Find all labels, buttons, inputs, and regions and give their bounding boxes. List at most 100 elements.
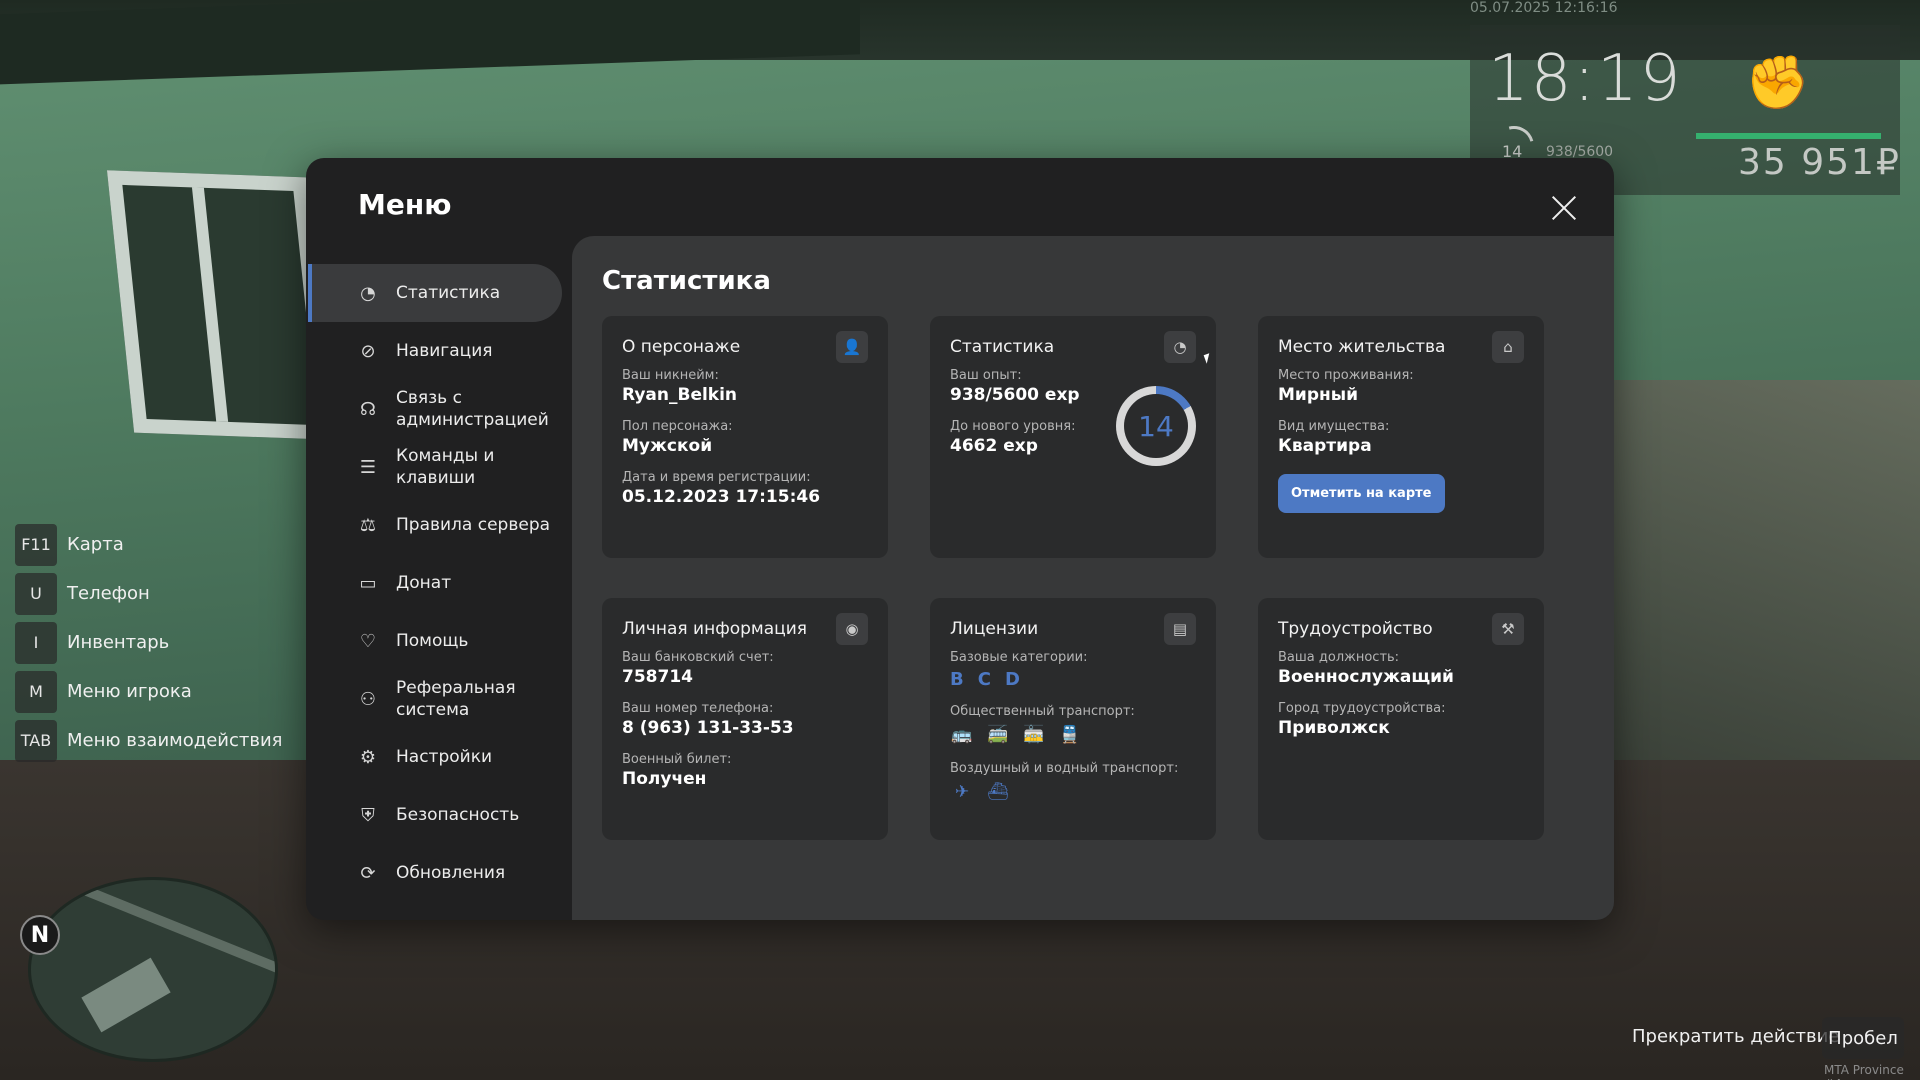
hotkey-label: Карта: [67, 534, 124, 555]
property-type-label: Вид имущества:: [1278, 419, 1390, 434]
scales-icon: ⚖: [359, 514, 377, 536]
sidebar-item-label: Безопасность: [396, 805, 520, 825]
sidebar-item-label: Связь с администрацией: [396, 388, 549, 430]
card-title: Статистика: [950, 337, 1055, 357]
hotkey-label: Меню игрока: [67, 681, 192, 702]
sidebar-item-label: Донат: [396, 573, 452, 593]
exp-label: Ваш опыт:: [950, 368, 1022, 383]
sidebar-item-statistics[interactable]: ◔ Статистика: [308, 264, 562, 322]
sidebar-item-label: Правила сервера: [396, 515, 551, 535]
card-licenses: Лицензии ▤ Базовые категории: B C D Обще…: [930, 598, 1216, 840]
card-title: Личная информация: [622, 619, 808, 639]
action-key-button[interactable]: Пробел: [1822, 1017, 1904, 1059]
sidebar-item-label: Настройки: [396, 747, 493, 767]
health-bar-fill: [1696, 133, 1881, 139]
hotkey-key: U: [15, 572, 57, 615]
headset-icon: ☊: [360, 398, 376, 420]
minimap-building: [81, 957, 171, 1033]
level-progress-ring: 14: [1116, 386, 1196, 466]
sidebar-item-label: Помощь: [396, 631, 469, 651]
hotkey-interaction-menu[interactable]: TAB Меню взаимодействия: [15, 716, 282, 765]
hotkey-key: TAB: [15, 719, 57, 762]
close-button[interactable]: [1544, 188, 1584, 228]
hud-money: 35 951₽: [1738, 142, 1901, 183]
card-title: О персонаже: [622, 337, 741, 357]
gender-label: Пол персонажа:: [622, 419, 733, 434]
card-header: Трудоустройство ⚒: [1278, 613, 1524, 645]
license-categories: B C D: [950, 669, 1196, 690]
sidebar-item-settings[interactable]: ⚙ Настройки: [308, 728, 562, 786]
fist-icon: ✊: [1745, 53, 1810, 113]
card-personal-info: Личная информация ◉ Ваш банковский счет:…: [602, 598, 888, 840]
sidebar-item-updates[interactable]: ⟳ Обновления: [308, 844, 562, 902]
user-icon: 👤: [836, 331, 868, 363]
bank-value: 758714: [622, 667, 693, 687]
level-number: 14: [1124, 394, 1188, 458]
card-header: Личная информация ◉: [622, 613, 868, 645]
public-transport-label: Общественный транспорт:: [950, 704, 1135, 719]
hotkey-inventory[interactable]: I Инвентарь: [15, 618, 282, 667]
job-city-label: Город трудоустройства:: [1278, 701, 1446, 716]
property-type-value: Квартира: [1278, 436, 1372, 456]
license-category: D: [1004, 669, 1020, 690]
compass-icon: ⊘: [360, 340, 376, 362]
phone-value: 8 (963) 131-33-53: [622, 718, 794, 738]
menu-sidebar: ◔ Статистика ⊘ Навигация ☊ Связь с админ…: [308, 264, 562, 902]
wallet-icon: ▭: [359, 572, 377, 594]
sidebar-item-rules[interactable]: ⚖ Правила сервера: [308, 496, 562, 554]
health-bar: [1696, 133, 1881, 139]
hotkey-map[interactable]: F11 Карта: [15, 520, 282, 569]
card-statistics: Статистика ◔ Ваш опыт: 938/5600 exp До н…: [930, 316, 1216, 558]
sidebar-item-help[interactable]: ♡ Помощь: [308, 612, 562, 670]
house-icon: ⌂: [1492, 331, 1524, 363]
sidebar-item-label: Навигация: [396, 341, 493, 361]
hotkey-player-menu[interactable]: M Меню игрока: [15, 667, 282, 716]
hotkey-list: F11 Карта U Телефон I Инвентарь M Меню и…: [15, 520, 282, 765]
action-label: Прекратить действие: [1632, 1026, 1840, 1047]
user-circle-icon: ◉: [836, 613, 868, 645]
sidebar-item-label: Обновления: [396, 863, 506, 883]
handshake-icon: ♡: [359, 630, 377, 652]
card-header: О персонаже 👤: [622, 331, 868, 363]
sidebar-item-security[interactable]: ⛨ Безопасность: [308, 786, 562, 844]
card-header: Статистика ◔: [950, 331, 1196, 363]
card-title: Место жительства: [1278, 337, 1446, 357]
bus-icon: 🚌: [951, 725, 973, 745]
hud-clock: 18:19: [1488, 42, 1683, 116]
bank-label: Ваш банковский счет:: [622, 650, 774, 665]
sidebar-item-referral[interactable]: ⚇ Реферальная система: [308, 670, 562, 728]
sidebar-item-label: Статистика: [396, 283, 501, 303]
gear-icon: ⚙: [359, 746, 377, 768]
base-categories-label: Базовые категории:: [950, 650, 1088, 665]
menu-modal: Меню ◔ Статистика ⊘ Навигация ☊ Связь с …: [306, 158, 1614, 920]
trolleybus-icon: 🚎: [987, 725, 1009, 745]
sidebar-item-navigation[interactable]: ⊘ Навигация: [308, 322, 562, 380]
hotkey-key: M: [15, 670, 57, 713]
hammer-icon: ⚒: [1492, 613, 1524, 645]
card-header: Место жительства ⌂: [1278, 331, 1524, 363]
hotkey-phone[interactable]: U Телефон: [15, 569, 282, 618]
residence-place-value: Мирный: [1278, 385, 1359, 405]
mark-on-map-button[interactable]: Отметить на карте: [1278, 474, 1445, 513]
hotkey-label: Инвентарь: [67, 632, 170, 653]
pie-chart-icon: ◔: [1164, 331, 1196, 363]
nick-value: Ryan_Belkin: [622, 385, 738, 405]
job-city-value: Приволжск: [1278, 718, 1390, 738]
hud-datetime: 05.07.2025 12:16:16: [1470, 0, 1618, 16]
sidebar-item-commands[interactable]: ☰ Команды и клавиши: [308, 438, 562, 496]
sidebar-item-label: Реферальная система: [396, 678, 516, 720]
air-water-transport-label: Воздушный и водный транспорт:: [950, 761, 1179, 776]
minimap[interactable]: [28, 877, 278, 1062]
residence-place-label: Место проживания:: [1278, 368, 1414, 383]
license-category: C: [977, 669, 991, 690]
hotkey-label: Меню взаимодействия: [67, 730, 283, 751]
military-label: Военный билет:: [622, 752, 732, 767]
sidebar-item-donate[interactable]: ▭ Донат: [308, 554, 562, 612]
document-icon: ▤: [1164, 613, 1196, 645]
menu-title: Меню: [358, 188, 452, 221]
public-transport-icons: 🚌 🚎 🚋 🚆: [950, 723, 1196, 747]
card-employment: Трудоустройство ⚒ Ваша должность: Военно…: [1258, 598, 1544, 840]
sidebar-item-admin-contact[interactable]: ☊ Связь с администрацией: [308, 380, 562, 438]
hotkey-key: I: [15, 621, 57, 664]
position-value: Военнослужащий: [1278, 667, 1454, 687]
